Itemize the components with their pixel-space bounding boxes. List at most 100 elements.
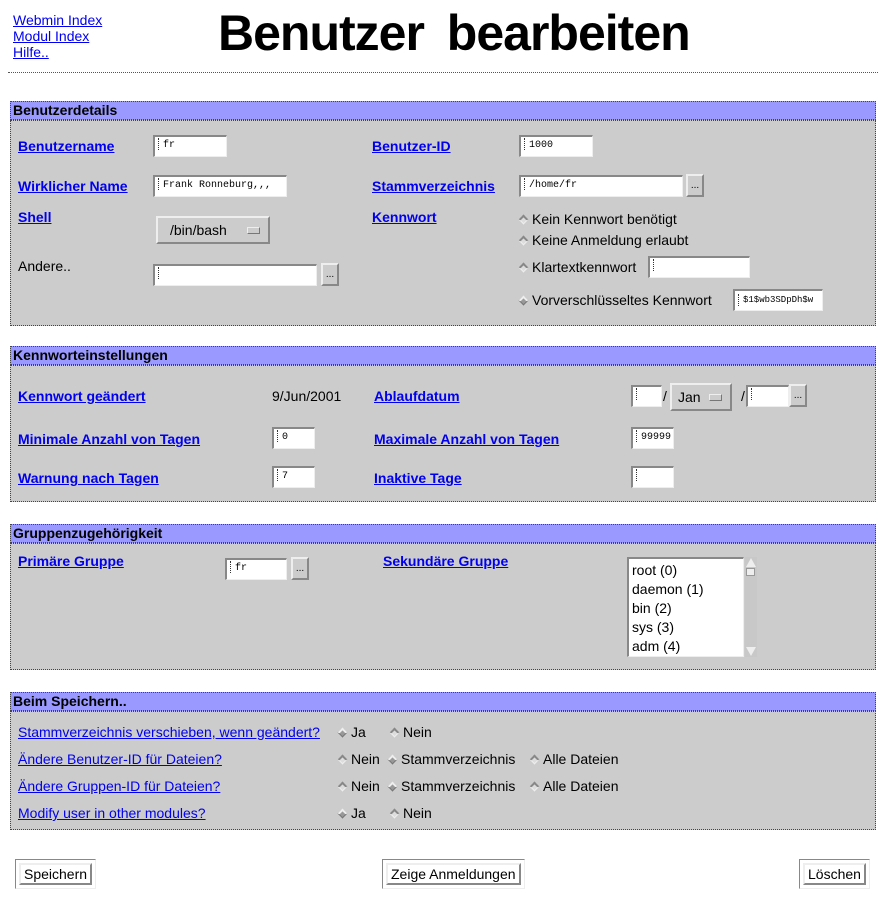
move-home-dir-label[interactable]: Stammverzeichnis verschieben, wenn geänd… (18, 724, 320, 740)
radio-icon (518, 235, 529, 246)
username-label[interactable]: Benutzername (18, 138, 114, 154)
max-days-input[interactable]: 99999 (631, 427, 674, 449)
date-separator: / (741, 388, 745, 404)
radio-icon (529, 754, 540, 765)
expiry-day-input[interactable] (631, 385, 662, 407)
password-label[interactable]: Kennwort (372, 209, 437, 225)
scroll-up-icon[interactable] (746, 558, 756, 567)
user-id-label[interactable]: Benutzer-ID (372, 138, 451, 154)
inactive-days-input[interactable] (631, 466, 674, 488)
date-separator: / (663, 388, 667, 404)
change-uid-home[interactable]: Stammverzeichnis (386, 751, 515, 767)
change-gid-all[interactable]: Alle Dateien (528, 778, 619, 794)
primary-group-browse-button[interactable]: ... (291, 557, 309, 580)
radio-icon (337, 781, 348, 792)
expiry-year-input[interactable] (746, 385, 789, 407)
home-dir-input[interactable]: /home/fr (519, 175, 683, 197)
change-gid-home[interactable]: Stammverzeichnis (386, 778, 515, 794)
radio-selected-icon (387, 754, 398, 765)
change-uid-label[interactable]: Ändere Benutzer-ID für Dateien? (18, 751, 222, 767)
radio-icon (389, 727, 400, 738)
change-uid-all[interactable]: Alle Dateien (528, 751, 619, 767)
other-shell-browse-button[interactable]: ... (321, 263, 339, 286)
section-on-save: Stammverzeichnis verschieben, wenn geänd… (10, 711, 876, 830)
expiry-label[interactable]: Ablaufdatum (374, 388, 460, 404)
section-user-details: Benutzername fr Benutzer-ID 1000 Wirklic… (10, 120, 876, 326)
primary-group-label[interactable]: Primäre Gruppe (18, 553, 124, 569)
dropdown-indicator-icon (247, 227, 260, 234)
radio-selected-icon (337, 727, 348, 738)
encrypted-password-input[interactable]: $1$wb3SDpDh$w (733, 289, 823, 311)
header-divider (8, 72, 878, 73)
home-dir-browse-button[interactable]: ... (686, 174, 704, 197)
save-button[interactable]: Speichern (19, 863, 93, 885)
section-password-settings: Kennwort geändert 9/Jun/2001 Ablaufdatum… (10, 365, 876, 502)
expiry-month-select[interactable]: Jan (670, 383, 732, 411)
radio-icon (518, 262, 529, 273)
password-changed-value: 9/Jun/2001 (272, 388, 342, 404)
secondary-group-scrollbar[interactable] (745, 557, 757, 657)
change-uid-no[interactable]: Nein (336, 751, 380, 767)
move-home-yes[interactable]: Ja (336, 724, 366, 740)
top-links: Webmin Index Modul Index Hilfe.. (13, 12, 102, 60)
show-logins-button[interactable]: Zeige Anmeldungen (386, 863, 521, 885)
radio-icon (337, 754, 348, 765)
user-id-input[interactable]: 1000 (519, 135, 593, 157)
modify-other-no[interactable]: Nein (388, 805, 432, 821)
show-logins-button-frame: Zeige Anmeldungen (382, 859, 525, 889)
shell-label[interactable]: Shell (18, 209, 51, 225)
radio-icon (529, 781, 540, 792)
real-name-input[interactable]: Frank Ronneburg,,, (153, 175, 287, 197)
move-home-no[interactable]: Nein (388, 724, 432, 740)
page-title: Benutzer bearbeiten (218, 5, 691, 61)
shell-select[interactable]: /bin/bash (156, 216, 270, 244)
expiry-browse-button[interactable]: ... (789, 384, 807, 407)
section-header-user-details: Benutzerdetails (10, 101, 876, 120)
secondary-group-list[interactable]: root (0) daemon (1) bin (2) sys (3) adm … (627, 557, 744, 657)
password-option-no-login[interactable]: Keine Anmeldung erlaubt (517, 232, 688, 248)
list-item[interactable]: bin (2) (632, 599, 743, 618)
list-item[interactable]: daemon (1) (632, 580, 743, 599)
section-header-groups: Gruppenzugehörigkeit (10, 524, 876, 543)
save-button-frame: Speichern (15, 859, 97, 889)
radio-selected-icon (518, 295, 529, 306)
list-item[interactable]: sys (3) (632, 618, 743, 637)
list-item[interactable]: root (0) (632, 561, 743, 580)
webmin-index-link[interactable]: Webmin Index (13, 12, 102, 28)
other-shell-input[interactable] (153, 264, 317, 286)
primary-group-input[interactable]: fr (225, 558, 287, 580)
radio-selected-icon (387, 781, 398, 792)
password-option-plaintext[interactable]: Klartextkennwort (517, 259, 636, 275)
min-days-label[interactable]: Minimale Anzahl von Tagen (18, 431, 200, 447)
radio-selected-icon (337, 808, 348, 819)
real-name-label[interactable]: Wirklicher Name (18, 178, 128, 194)
password-option-encrypted[interactable]: Vorverschlüsseltes Kennwort (517, 292, 712, 308)
help-link[interactable]: Hilfe.. (13, 44, 49, 60)
home-dir-label[interactable]: Stammverzeichnis (372, 178, 495, 194)
username-input[interactable]: fr (153, 135, 227, 157)
warn-days-label[interactable]: Warnung nach Tagen (18, 470, 159, 486)
warn-days-input[interactable]: 7 (272, 466, 315, 488)
other-shell-label: Andere.. (18, 258, 71, 274)
secondary-group-label[interactable]: Sekundäre Gruppe (383, 553, 508, 569)
delete-button[interactable]: Löschen (803, 863, 866, 885)
scroll-down-icon[interactable] (746, 647, 756, 656)
min-days-input[interactable]: 0 (272, 427, 315, 449)
inactive-days-label[interactable]: Inaktive Tage (374, 470, 462, 486)
change-gid-no[interactable]: Nein (336, 778, 380, 794)
section-header-password-settings: Kennworteinstellungen (10, 346, 876, 365)
scroll-thumb[interactable] (746, 568, 755, 576)
list-item[interactable]: adm (4) (632, 637, 743, 656)
change-gid-label[interactable]: Ändere Gruppen-ID für Dateien? (18, 778, 220, 794)
password-option-none[interactable]: Kein Kennwort benötigt (517, 211, 677, 227)
password-changed-label[interactable]: Kennwort geändert (18, 388, 146, 404)
plaintext-password-input[interactable] (648, 256, 750, 278)
section-groups: Primäre Gruppe fr ... Sekundäre Gruppe r… (10, 543, 876, 670)
module-index-link[interactable]: Modul Index (13, 28, 89, 44)
delete-button-frame: Löschen (799, 859, 870, 889)
modify-other-modules-label[interactable]: Modify user in other modules? (18, 805, 206, 821)
max-days-label[interactable]: Maximale Anzahl von Tagen (374, 431, 559, 447)
modify-other-yes[interactable]: Ja (336, 805, 366, 821)
radio-icon (389, 808, 400, 819)
radio-icon (518, 214, 529, 225)
